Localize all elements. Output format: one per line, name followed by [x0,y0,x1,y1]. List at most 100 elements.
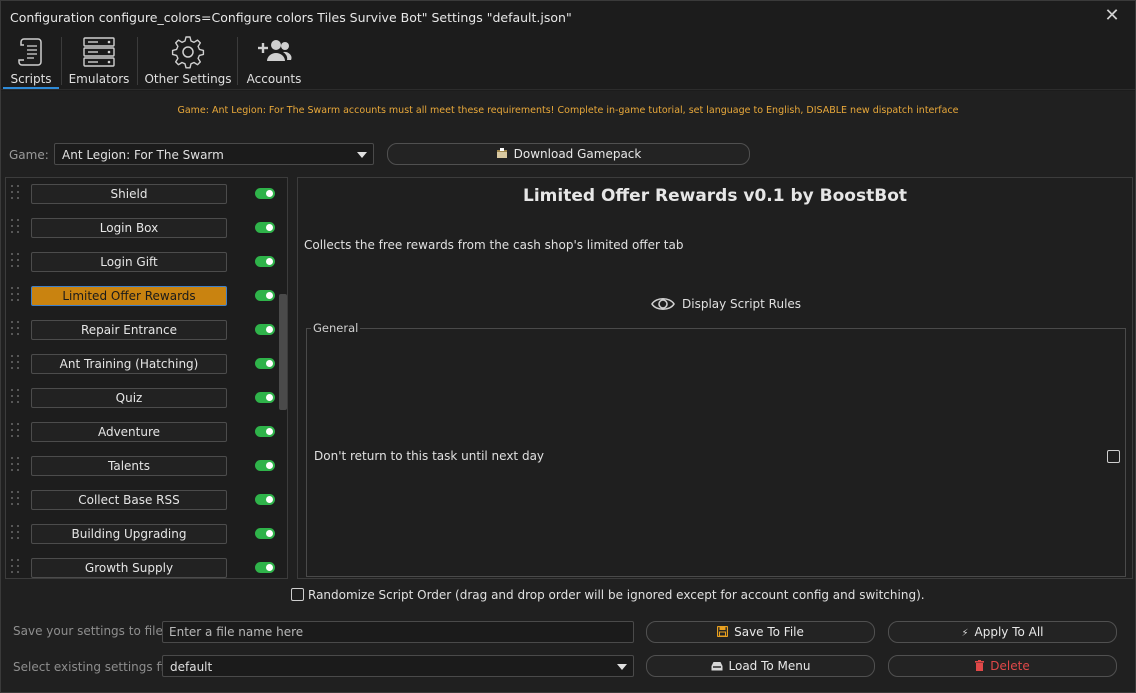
script-enabled-toggle[interactable] [255,392,275,403]
script-row: Limited Offer Rewards [6,280,276,314]
script-row: Growth Supply [6,552,276,578]
script-button[interactable]: Limited Offer Rewards [31,286,227,306]
tab-scripts[interactable]: Scripts [3,33,59,89]
script-enabled-toggle[interactable] [255,460,275,471]
drag-handle-icon[interactable] [11,457,21,475]
drag-handle-icon[interactable] [11,219,21,237]
download-box-icon [496,148,507,158]
script-enabled-toggle[interactable] [255,494,275,505]
script-button[interactable]: Shield [31,184,227,204]
eye-icon [651,297,675,311]
script-enabled-toggle[interactable] [255,188,275,199]
script-button[interactable]: Login Box [31,218,227,238]
option-label: Don't return to this task until next day [314,449,545,463]
script-enabled-toggle[interactable] [255,426,275,437]
script-row: Quiz [6,382,276,416]
select-settings-label: Select existing settings file [13,660,175,674]
drag-handle-icon[interactable] [11,253,21,271]
game-requirements-notice: Game: Ant Legion: For The Swarm accounts… [177,105,959,116]
settings-file-value: default [170,660,213,674]
drag-handle-icon[interactable] [11,423,21,441]
script-row: Shield [6,178,276,212]
drag-handle-icon[interactable] [11,355,21,373]
load-tray-icon [711,662,722,671]
tab-separator [137,37,138,85]
load-to-menu-button[interactable]: Load To Menu [646,655,875,677]
download-gamepack-button[interactable]: Download Gamepack [387,143,750,165]
tab-separator [61,37,62,85]
script-button[interactable]: Repair Entrance [31,320,227,340]
drag-handle-icon[interactable] [11,185,21,203]
close-icon[interactable]: ✕ [1103,7,1121,25]
delete-button[interactable]: Delete [888,655,1117,677]
tab-emulators[interactable]: Emulators [65,33,133,89]
script-button[interactable]: Quiz [31,388,227,408]
script-enabled-toggle[interactable] [255,256,275,267]
randomize-checkbox[interactable] [291,588,304,601]
tab-label: Scripts [10,72,52,86]
script-enabled-toggle[interactable] [255,358,275,369]
tab-bar: Scripts Emulators Other Settings Account… [1,33,1135,91]
script-enabled-toggle[interactable] [255,528,275,539]
script-button[interactable]: Building Upgrading [31,524,227,544]
game-label: Game: [9,148,49,162]
randomize-label: Randomize Script Order (drag and drop or… [308,588,925,602]
group-label: General [311,321,361,335]
tab-accounts[interactable]: Accounts [243,33,305,89]
chevron-down-icon [617,664,627,670]
drag-handle-icon[interactable] [11,525,21,543]
script-row: Login Gift [6,246,276,280]
script-button[interactable]: Growth Supply [31,558,227,578]
script-description: Collects the free rewards from the cash … [304,238,684,252]
tab-label: Accounts [246,72,302,86]
script-title: Limited Offer Rewards v0.1 by BoostBot [523,186,907,206]
add-users-icon [258,40,292,61]
drag-handle-icon[interactable] [11,287,21,305]
floppy-icon [717,626,729,637]
tab-divider [1,89,1135,90]
script-list-scrollbar[interactable] [279,294,287,410]
settings-file-select[interactable]: default [162,655,634,677]
download-gamepack-label: Download Gamepack [513,147,642,161]
save-to-file-label: Save To File [734,625,804,639]
script-button[interactable]: Adventure [31,422,227,442]
script-row: Login Box [6,212,276,246]
delete-label: Delete [990,659,1030,673]
drag-handle-icon[interactable] [11,491,21,509]
general-settings-group: General Don't return to this task until … [306,321,1126,577]
drag-handle-icon[interactable] [11,559,21,577]
script-enabled-toggle[interactable] [255,222,275,233]
apply-to-all-button[interactable]: ⚡ Apply To All [888,621,1117,643]
save-to-file-button[interactable]: Save To File [646,621,875,643]
scroll-icon [18,38,42,66]
tab-label: Emulators [68,72,130,86]
script-row: Adventure [6,416,276,450]
gear-icon [171,36,205,69]
game-select[interactable]: Ant Legion: For The Swarm [54,143,374,165]
save-settings-label: Save your settings to file [13,624,163,638]
script-button[interactable]: Ant Training (Hatching) [31,354,227,374]
settings-window: Configuration configure_colors=Configure… [0,0,1136,693]
script-button[interactable]: Collect Base RSS [31,490,227,510]
script-enabled-toggle[interactable] [255,324,275,335]
drag-handle-icon[interactable] [11,389,21,407]
tab-other-settings[interactable]: Other Settings [143,33,233,89]
script-row: Ant Training (Hatching) [6,348,276,382]
tab-label: Other Settings [144,72,232,86]
dont-return-checkbox[interactable] [1107,450,1120,463]
script-enabled-toggle[interactable] [255,290,275,301]
chevron-down-icon [357,152,367,158]
script-button[interactable]: Login Gift [31,252,227,272]
script-row: Repair Entrance [6,314,276,348]
load-to-menu-label: Load To Menu [728,659,811,673]
title-bar: Configuration configure_colors=Configure… [1,1,1135,33]
script-button[interactable]: Talents [31,456,227,476]
script-row: Talents [6,450,276,484]
file-name-input[interactable] [162,621,634,643]
lightning-icon: ⚡ [961,628,969,639]
display-script-rules-label: Display Script Rules [682,297,802,311]
script-enabled-toggle[interactable] [255,562,275,573]
drag-handle-icon[interactable] [11,321,21,339]
script-list[interactable]: Shield Login Box Login Gift Limited Offer R… [5,177,288,579]
script-row: Building Upgrading [6,518,276,552]
